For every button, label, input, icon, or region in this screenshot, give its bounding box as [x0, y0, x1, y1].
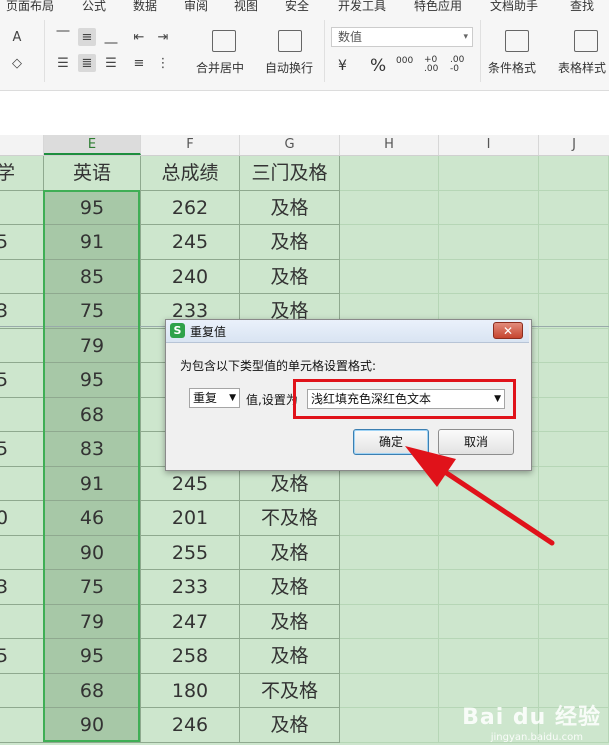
watermark-logo: Bai du 经验 [462, 705, 601, 730]
annotation-arrow [405, 446, 555, 546]
watermark-url: jingyan.baidu.com [490, 732, 583, 743]
